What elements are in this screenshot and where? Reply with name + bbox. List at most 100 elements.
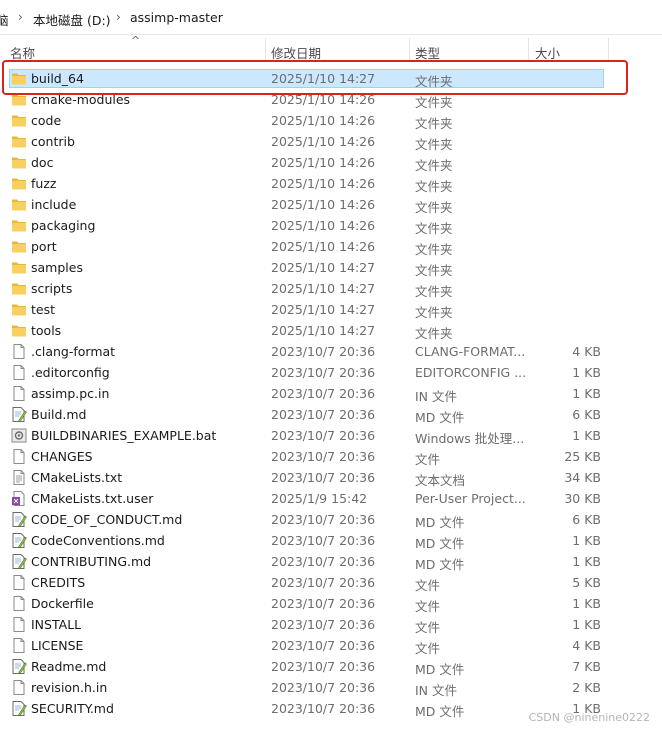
file-name: include	[31, 197, 77, 212]
file-type: MD 文件	[415, 536, 465, 551]
file-date-modified: 2023/10/7 20:36	[271, 428, 376, 443]
breadcrumb-item-pc[interactable]: 脑	[0, 10, 9, 29]
file-date-modified: 2023/10/7 20:36	[271, 365, 376, 380]
file-type: MD 文件	[415, 515, 465, 530]
file-name: CMakeLists.txt	[31, 470, 123, 485]
breadcrumb-separator-icon[interactable]: ›	[18, 10, 23, 24]
file-row[interactable]: INSTALL 2023/10/7 20:36 文件 1 KB	[0, 614, 662, 635]
file-row[interactable]: Dockerfile 2023/10/7 20:36 文件 1 KB	[0, 593, 662, 614]
file-row[interactable]: test 2025/1/10 14:27 文件夹	[0, 299, 662, 320]
file-icon	[11, 617, 27, 632]
file-name: Dockerfile	[31, 596, 94, 611]
file-date-modified: 2025/1/10 14:26	[271, 197, 376, 212]
file-size: 1 KB	[572, 617, 601, 632]
file-size: 1 KB	[572, 596, 601, 611]
file-date-modified: 2023/10/7 20:36	[271, 449, 376, 464]
column-divider[interactable]	[409, 38, 410, 62]
markdown-file-icon	[11, 407, 27, 422]
file-name: samples	[31, 260, 83, 275]
file-row[interactable]: packaging 2025/1/10 14:26 文件夹	[0, 215, 662, 236]
markdown-file-icon	[11, 512, 27, 527]
file-type: MD 文件	[415, 704, 465, 719]
watermark-text: CSDN @ninenine0222	[528, 711, 650, 724]
file-name: scripts	[31, 281, 73, 296]
breadcrumb-item-drive[interactable]: 本地磁盘 (D:)	[33, 10, 111, 29]
file-row[interactable]: LICENSE 2023/10/7 20:36 文件 4 KB	[0, 635, 662, 656]
file-row[interactable]: Build.md 2023/10/7 20:36 MD 文件 6 KB	[0, 404, 662, 425]
sort-ascending-icon: ^	[131, 34, 141, 47]
file-row[interactable]: CHANGES 2023/10/7 20:36 文件 25 KB	[0, 446, 662, 467]
file-name: Build.md	[31, 407, 87, 422]
file-name: .clang-format	[31, 344, 116, 359]
file-date-modified: 2023/10/7 20:36	[271, 596, 376, 611]
file-row[interactable]: scripts 2025/1/10 14:27 文件夹	[0, 278, 662, 299]
file-row[interactable]: CODE_OF_CONDUCT.md 2023/10/7 20:36 MD 文件 6 …	[0, 509, 662, 530]
file-name: CMakeLists.txt.user	[31, 491, 154, 506]
file-row[interactable]: tools 2025/1/10 14:27 文件夹	[0, 320, 662, 341]
file-size: 1 KB	[572, 365, 601, 380]
file-type: 文件夹	[415, 158, 453, 173]
file-row[interactable]: port 2025/1/10 14:26 文件夹	[0, 236, 662, 257]
file-row[interactable]: fuzz 2025/1/10 14:26 文件夹	[0, 173, 662, 194]
file-type: 文件	[415, 599, 441, 614]
file-icon	[11, 638, 27, 653]
folder-icon	[11, 134, 27, 149]
file-row[interactable]: revision.h.in 2023/10/7 20:36 IN 文件 2 KB	[0, 677, 662, 698]
file-row[interactable]: code 2025/1/10 14:26 文件夹	[0, 110, 662, 131]
file-date-modified: 2025/1/10 14:26	[271, 176, 376, 191]
file-icon	[11, 365, 27, 380]
column-divider[interactable]	[265, 38, 266, 62]
column-divider[interactable]	[528, 38, 529, 62]
file-size: 30 KB	[564, 491, 601, 506]
file-icon	[11, 449, 27, 464]
file-row[interactable]: CREDITS 2023/10/7 20:36 文件 5 KB	[0, 572, 662, 593]
file-type: IN 文件	[415, 389, 458, 404]
file-size: 6 KB	[572, 407, 601, 422]
file-name: tools	[31, 323, 62, 338]
address-bar[interactable]: 脑 › 本地磁盘 (D:) › assimp-master	[0, 0, 662, 35]
file-row[interactable]: Readme.md 2023/10/7 20:36 MD 文件 7 KB	[0, 656, 662, 677]
file-date-modified: 2023/10/7 20:36	[271, 533, 376, 548]
file-row[interactable]: .clang-format 2023/10/7 20:36 CLANG-FORMAT…	[0, 341, 662, 362]
file-row[interactable]: CONTRIBUTING.md 2023/10/7 20:36 MD 文件 1 KB	[0, 551, 662, 572]
file-row[interactable]: doc 2025/1/10 14:26 文件夹	[0, 152, 662, 173]
file-type: 文本文档	[415, 473, 466, 488]
file-icon	[11, 386, 27, 401]
file-size: 5 KB	[572, 575, 601, 590]
column-divider[interactable]	[608, 38, 609, 62]
file-date-modified: 2025/1/9 15:42	[271, 491, 368, 506]
folder-icon	[11, 176, 27, 191]
file-name: BUILDBINARIES_EXAMPLE.bat	[31, 428, 217, 443]
file-row[interactable]: CMakeLists.txt.user 2025/1/9 15:42 Per-Use…	[0, 488, 662, 509]
folder-icon	[11, 302, 27, 317]
file-row[interactable]: include 2025/1/10 14:26 文件夹	[0, 194, 662, 215]
file-type: 文件夹	[415, 179, 453, 194]
file-row[interactable]: samples 2025/1/10 14:27 文件夹	[0, 257, 662, 278]
file-row[interactable]: BUILDBINARIES_EXAMPLE.bat 2023/10/7 20:36…	[0, 425, 662, 446]
folder-icon	[11, 281, 27, 296]
file-size: 25 KB	[564, 449, 601, 464]
breadcrumb-separator-icon[interactable]: ›	[116, 10, 121, 24]
file-type: EDITORCONFIG ...	[415, 365, 525, 380]
file-type: MD 文件	[415, 557, 465, 572]
file-type: 文件夹	[415, 263, 453, 278]
file-size: 1 KB	[572, 554, 601, 569]
file-row[interactable]: CMakeLists.txt 2023/10/7 20:36 文本文档 34 KB	[0, 467, 662, 488]
file-name: assimp.pc.in	[31, 386, 110, 401]
file-date-modified: 2023/10/7 20:36	[271, 680, 376, 695]
file-row[interactable]: assimp.pc.in 2023/10/7 20:36 IN 文件 1 KB	[0, 383, 662, 404]
file-type: IN 文件	[415, 683, 458, 698]
breadcrumb-item-folder[interactable]: assimp-master	[130, 10, 223, 25]
file-date-modified: 2023/10/7 20:36	[271, 638, 376, 653]
file-date-modified: 2023/10/7 20:36	[271, 701, 376, 716]
file-name: INSTALL	[31, 617, 82, 632]
file-date-modified: 2023/10/7 20:36	[271, 575, 376, 590]
file-type: 文件夹	[415, 284, 453, 299]
file-name: packaging	[31, 218, 96, 233]
file-row[interactable]: .editorconfig 2023/10/7 20:36 EDITORCONFIG…	[0, 362, 662, 383]
file-date-modified: 2023/10/7 20:36	[271, 512, 376, 527]
file-type: 文件夹	[415, 221, 453, 236]
file-type: 文件夹	[415, 137, 453, 152]
file-row[interactable]: contrib 2025/1/10 14:26 文件夹	[0, 131, 662, 152]
file-row[interactable]: CodeConventions.md 2023/10/7 20:36 MD 文件 1 …	[0, 530, 662, 551]
